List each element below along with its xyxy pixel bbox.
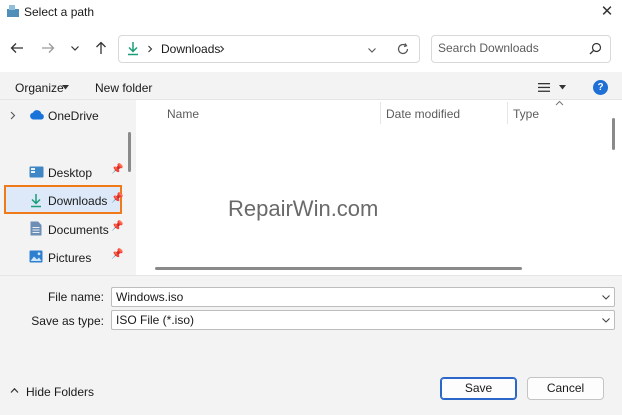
cloud-icon	[30, 110, 44, 120]
chevron-down-icon[interactable]	[601, 315, 611, 325]
arrow-up-icon	[96, 41, 106, 54]
save-button[interactable]: Save	[440, 377, 517, 400]
close-icon: ✕	[600, 3, 614, 20]
save-as-type-select[interactable]: ISO File (*.iso)	[111, 310, 615, 330]
chevron-down-icon[interactable]	[601, 292, 611, 302]
expand-chevron-icon[interactable]	[10, 111, 16, 120]
window-title: Select a path	[24, 5, 95, 19]
nav-item-pictures[interactable]: Pictures 📌	[4, 244, 123, 270]
search-icon[interactable]	[589, 42, 602, 55]
nav-label: OneDrive	[48, 109, 99, 123]
column-header-type[interactable]: Type	[513, 107, 539, 121]
address-dropdown-icon[interactable]	[367, 45, 377, 55]
breadcrumb-downloads[interactable]: Downloads	[161, 42, 220, 56]
column-divider[interactable]	[507, 102, 508, 124]
breadcrumb-chevron-icon[interactable]	[218, 45, 226, 53]
arrow-left-icon	[10, 43, 23, 53]
watermark: RepairWin.com	[228, 196, 379, 221]
back-button[interactable]	[6, 37, 28, 59]
pin-icon[interactable]: 📌	[111, 193, 123, 204]
nav-item-onedrive[interactable]: OneDrive	[4, 102, 122, 128]
pin-icon[interactable]: 📌	[111, 249, 123, 260]
breadcrumb-chevron-icon	[148, 45, 153, 53]
column-header-date-modified[interactable]: Date modified	[386, 107, 460, 121]
caret-down-icon[interactable]	[62, 85, 69, 90]
document-icon	[30, 221, 42, 236]
chevron-down-icon	[71, 46, 79, 51]
file-name-label: File name:	[47, 290, 104, 304]
cancel-button[interactable]: Cancel	[527, 377, 604, 400]
organize-button[interactable]: Organize	[15, 81, 64, 95]
search-input[interactable]	[438, 37, 588, 59]
hide-folders-label: Hide Folders	[26, 385, 95, 399]
pictures-icon	[29, 250, 43, 263]
file-name-value[interactable]: Windows.iso	[116, 290, 183, 304]
pin-icon[interactable]: 📌	[111, 164, 123, 175]
file-name-field[interactable]: Windows.iso	[111, 287, 615, 307]
help-icon[interactable]: ?	[593, 80, 608, 95]
nav-item-downloads[interactable]: Downloads 📌	[4, 185, 123, 214]
arrow-right-icon	[42, 43, 55, 53]
file-list-vertical-scrollbar[interactable]	[612, 118, 615, 150]
navpane-scrollbar[interactable]	[128, 132, 131, 172]
download-icon	[128, 42, 138, 56]
up-button[interactable]	[90, 37, 112, 59]
command-bar	[0, 72, 622, 100]
nav-item-desktop[interactable]: Desktop 📌	[4, 159, 123, 185]
save-as-type-value[interactable]: ISO File (*.iso)	[116, 313, 194, 327]
nav-item-documents[interactable]: Documents 📌	[4, 216, 123, 242]
recent-locations-button[interactable]	[64, 37, 86, 59]
new-folder-button[interactable]: New folder	[95, 81, 152, 95]
nav-label: Pictures	[48, 251, 92, 265]
nav-label: Downloads	[48, 194, 108, 208]
file-list[interactable]	[136, 100, 622, 275]
nav-label: Desktop	[48, 166, 93, 180]
column-divider[interactable]	[380, 102, 381, 124]
sort-ascending-icon	[555, 100, 564, 106]
view-menu-icon[interactable]	[538, 82, 550, 93]
download-icon	[31, 194, 41, 208]
forward-button[interactable]	[37, 37, 59, 59]
chevron-up-icon	[10, 387, 19, 393]
nav-label: Documents	[48, 223, 109, 237]
save-as-type-label: Save as type:	[31, 314, 104, 328]
desktop-icon	[29, 166, 44, 178]
app-icon	[7, 5, 19, 17]
caret-down-icon[interactable]	[559, 85, 566, 90]
pin-icon[interactable]: 📌	[111, 221, 123, 232]
refresh-icon[interactable]	[396, 42, 410, 56]
file-list-horizontal-scrollbar[interactable]	[155, 267, 522, 270]
column-header-name[interactable]: Name	[167, 107, 199, 121]
close-button[interactable]: ✕	[594, 2, 620, 22]
